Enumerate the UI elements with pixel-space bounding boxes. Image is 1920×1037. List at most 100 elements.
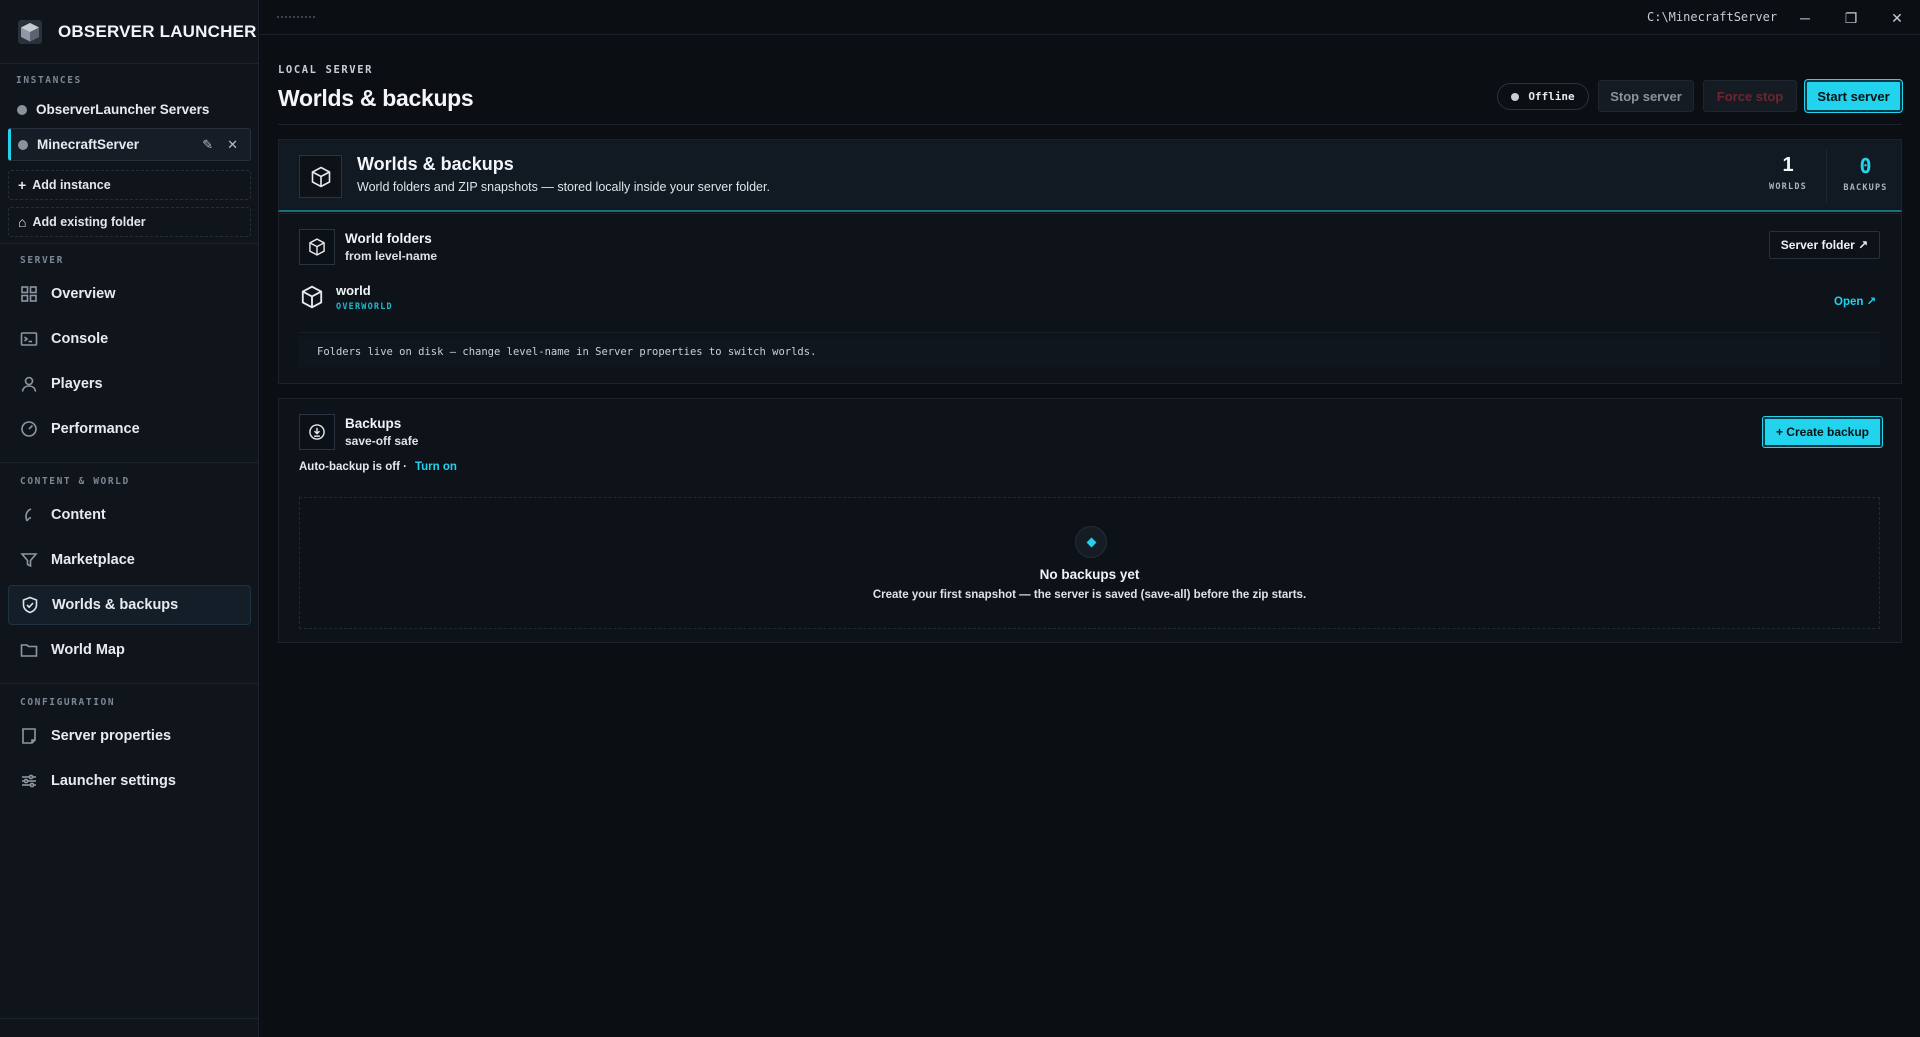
nav-label: Launcher settings bbox=[51, 773, 176, 789]
nav-overview[interactable]: Overview bbox=[8, 274, 251, 314]
grid-icon bbox=[21, 286, 37, 302]
auto-backup-text: Auto-backup is off · bbox=[299, 461, 407, 473]
add-instance-label: Add instance bbox=[32, 178, 111, 192]
nav-label: World Map bbox=[51, 642, 125, 658]
divider bbox=[0, 462, 259, 463]
force-stop-button[interactable]: Force stop bbox=[1703, 80, 1797, 112]
divider bbox=[299, 332, 1880, 333]
instance-name: MinecraftServer bbox=[37, 137, 140, 152]
nav-marketplace[interactable]: Marketplace bbox=[8, 540, 251, 580]
folder-icon bbox=[20, 644, 38, 657]
empty-state-subtitle: Create your first snapshot — the server … bbox=[872, 589, 1307, 601]
server-section-label: SERVER bbox=[20, 255, 64, 266]
stop-server-button[interactable]: Stop server bbox=[1598, 80, 1694, 112]
content-world-section-label: CONTENT & WORLD bbox=[20, 476, 130, 487]
close-window-icon[interactable]: ✕ bbox=[1888, 9, 1906, 27]
edit-icon[interactable]: ✎ bbox=[202, 137, 213, 153]
world-folders-hint: Folders live on disk — change level-name… bbox=[299, 337, 1880, 367]
sliders-icon bbox=[22, 774, 36, 788]
nav-label: Performance bbox=[51, 421, 140, 437]
terminal-icon bbox=[20, 332, 38, 346]
nav-label: Players bbox=[51, 376, 103, 392]
close-icon[interactable]: ✕ bbox=[227, 137, 238, 153]
nav-console[interactable]: Console bbox=[8, 319, 251, 359]
backup-icon bbox=[299, 414, 335, 450]
backups-title: Backups bbox=[345, 416, 402, 431]
cube-icon bbox=[299, 229, 335, 265]
status-dot-icon bbox=[18, 139, 28, 150]
minimize-icon[interactable]: ─ bbox=[1796, 9, 1814, 27]
nav-launcher-settings[interactable]: Launcher settings bbox=[8, 761, 251, 801]
user-icon bbox=[21, 376, 37, 392]
world-folders-card: World folders from level-name Server fol… bbox=[278, 213, 1902, 384]
status-dot-icon bbox=[1511, 92, 1520, 101]
nav-performance[interactable]: Performance bbox=[8, 409, 251, 449]
drag-handle-icon[interactable] bbox=[277, 16, 315, 19]
cube-logo-icon bbox=[18, 19, 42, 44]
turn-on-link[interactable]: Turn on bbox=[415, 461, 457, 473]
app-logo: OBSERVER LAUNCHER bbox=[0, 0, 258, 64]
world-dimension: OVERWORLD bbox=[336, 302, 393, 312]
nav-content[interactable]: Content bbox=[8, 495, 251, 535]
gauge-icon bbox=[21, 421, 37, 437]
summary-title: Worlds & backups bbox=[357, 154, 514, 174]
empty-state-title: No backups yet bbox=[1039, 567, 1140, 582]
diamond-icon bbox=[1075, 526, 1107, 558]
backups-card: Backups save-off safe + Create backup Au… bbox=[278, 398, 1902, 643]
world-folders-subtitle: from level-name bbox=[345, 249, 438, 263]
plus-icon: + bbox=[18, 177, 27, 193]
divider bbox=[0, 243, 259, 244]
shield-check-icon bbox=[22, 596, 38, 614]
add-folder-label: Add existing folder bbox=[32, 215, 146, 229]
backups-count-stat: 0 BACKUPS bbox=[1826, 150, 1904, 202]
filter-icon bbox=[20, 553, 38, 568]
nav-players[interactable]: Players bbox=[8, 364, 251, 404]
cube-icon bbox=[299, 155, 342, 198]
nav-worlds-backups[interactable]: Worlds & backups bbox=[8, 585, 251, 625]
world-folders-title: World folders bbox=[345, 231, 432, 246]
title-bar[interactable]: C:\MinecraftServer ─ ❐ ✕ bbox=[259, 0, 1920, 35]
worlds-count: 1 bbox=[1782, 154, 1794, 176]
summary-subtitle: World folders and ZIP snapshots — stored… bbox=[357, 180, 770, 194]
divider bbox=[278, 124, 1902, 125]
status-text: Offline bbox=[1528, 90, 1575, 103]
add-existing-folder-button[interactable]: ⌂ Add existing folder bbox=[8, 207, 251, 237]
nav-server-properties[interactable]: Server properties bbox=[8, 716, 251, 756]
world-name: world bbox=[336, 283, 371, 298]
leaf-icon bbox=[25, 508, 32, 522]
backups-count: 0 bbox=[1859, 154, 1872, 178]
server-path: C:\MinecraftServer bbox=[1647, 10, 1778, 24]
create-backup-button[interactable]: + Create backup bbox=[1762, 416, 1883, 448]
nav-label: Marketplace bbox=[51, 552, 135, 568]
divider bbox=[0, 1018, 259, 1019]
instance-item-active[interactable]: MinecraftServer ✎ ✕ bbox=[8, 128, 251, 161]
home-icon: ⌂ bbox=[18, 214, 27, 230]
backups-label: BACKUPS bbox=[1843, 183, 1888, 193]
nav-label: Console bbox=[51, 331, 109, 347]
page-eyebrow: LOCAL SERVER bbox=[278, 64, 374, 76]
nav-label: Server properties bbox=[51, 728, 172, 744]
worlds-label: WORLDS bbox=[1769, 182, 1807, 192]
instances-section-label: INSTANCES bbox=[16, 75, 82, 86]
server-folder-button[interactable]: Server folder ↗ bbox=[1769, 231, 1880, 259]
open-world-link[interactable]: Open ↗ bbox=[1834, 294, 1876, 308]
configuration-section-label: CONFIGURATION bbox=[20, 697, 116, 708]
nav-label: Content bbox=[51, 507, 106, 523]
status-dot-icon bbox=[17, 104, 27, 115]
backups-empty-state: No backups yet Create your first snapsho… bbox=[299, 497, 1880, 629]
maximize-icon[interactable]: ❐ bbox=[1842, 9, 1860, 27]
cube-icon bbox=[301, 285, 323, 309]
add-instance-button[interactable]: + Add instance bbox=[8, 170, 251, 200]
document-icon bbox=[22, 728, 36, 744]
instance-item[interactable]: ObserverLauncher Servers bbox=[8, 93, 251, 126]
worlds-count-stat: 1 WORLDS bbox=[1749, 154, 1827, 192]
app-title: OBSERVER LAUNCHER bbox=[58, 21, 257, 41]
start-server-button[interactable]: Start server bbox=[1804, 79, 1903, 113]
worlds-backups-summary: Worlds & backups World folders and ZIP s… bbox=[278, 139, 1902, 212]
sidebar: OBSERVER LAUNCHER INSTANCES ObserverLaun… bbox=[0, 0, 259, 1037]
nav-world-map[interactable]: World Map bbox=[8, 630, 251, 670]
backups-subtitle: save-off safe bbox=[345, 434, 419, 448]
nav-label: Worlds & backups bbox=[52, 597, 179, 613]
page-title: Worlds & backups bbox=[278, 85, 474, 111]
server-status-badge: Offline bbox=[1497, 83, 1589, 110]
